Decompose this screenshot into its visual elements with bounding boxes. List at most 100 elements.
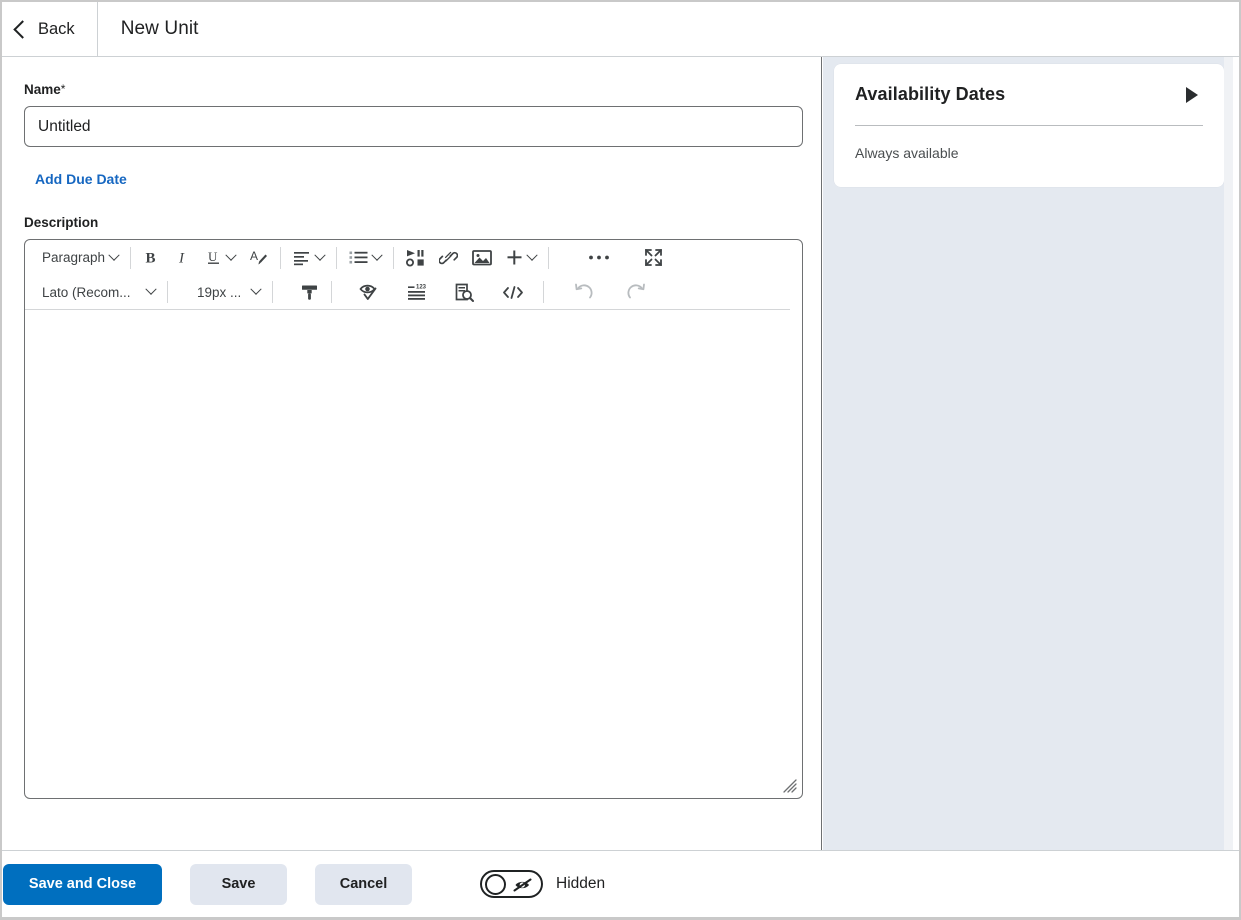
preview-button[interactable]	[448, 278, 481, 306]
undo-button[interactable]	[567, 278, 601, 306]
align-left-icon	[293, 250, 311, 266]
svg-text:B: B	[146, 251, 156, 267]
name-input[interactable]	[24, 106, 803, 147]
undo-icon	[574, 283, 594, 302]
font-size-label: 19px ...	[197, 284, 242, 300]
description-editor: Paragraph B I U A Lato (Recom... 19px ..…	[24, 239, 803, 799]
fullscreen-expand-icon	[644, 248, 663, 267]
insert-media-button[interactable]	[399, 244, 432, 272]
media-icon	[406, 249, 425, 267]
triangle-right-icon	[1186, 86, 1198, 103]
italic-button[interactable]: I	[167, 244, 198, 272]
editor-toolbar-row-2: Lato (Recom... 19px ... 123	[25, 275, 790, 310]
underline-button[interactable]: U	[198, 244, 242, 272]
format-painter-icon	[300, 283, 319, 302]
source-code-button[interactable]	[495, 278, 531, 306]
chevron-down-icon	[225, 249, 237, 261]
accessibility-eye-check-icon	[359, 283, 379, 302]
new-unit-page: Back New Unit Name* Add Due Date Descrip…	[0, 0, 1241, 920]
toolbar-divider	[272, 281, 273, 303]
word-count-button[interactable]: 123	[400, 278, 434, 306]
description-field-label: Description	[24, 215, 99, 230]
bold-icon: B	[143, 249, 160, 267]
text-color-button[interactable]: A	[242, 244, 275, 272]
word-count-icon: 123	[407, 283, 427, 301]
chevron-left-icon	[13, 19, 32, 39]
toolbar-divider	[393, 246, 395, 269]
svg-text:I: I	[178, 251, 185, 267]
chevron-down-icon	[371, 249, 383, 261]
cancel-button[interactable]: Cancel	[315, 863, 412, 905]
side-panel-scrollbar[interactable]	[1224, 57, 1233, 852]
visibility-toggle[interactable]	[480, 870, 543, 898]
bulleted-list-icon	[349, 250, 368, 266]
list-button[interactable]	[342, 244, 388, 272]
availability-dates-card: Availability Dates Always available	[834, 64, 1224, 187]
svg-text:U: U	[208, 249, 218, 264]
chevron-down-icon	[526, 249, 538, 261]
insert-link-button[interactable]	[432, 244, 465, 272]
eye-off-icon	[513, 876, 534, 899]
page-header: Back New Unit	[2, 2, 1239, 57]
svg-text:A: A	[250, 249, 258, 263]
save-and-close-button[interactable]: Save and Close	[3, 863, 162, 905]
back-button[interactable]: Back	[2, 2, 98, 56]
editor-resize-handle[interactable]	[783, 779, 797, 793]
font-size-dropdown[interactable]: 19px ...	[190, 278, 267, 306]
main-form-column: Name* Add Due Date Description Paragraph…	[2, 57, 822, 852]
toolbar-divider	[331, 281, 332, 303]
add-due-date-link[interactable]: Add Due Date	[35, 171, 127, 187]
visibility-toggle-group[interactable]: Hidden	[480, 870, 605, 898]
save-button[interactable]: Save	[190, 863, 287, 905]
action-bar: Save and Close Save Cancel Hidden	[2, 850, 1239, 917]
paragraph-style-label: Paragraph	[42, 250, 106, 265]
paragraph-style-dropdown[interactable]: Paragraph	[35, 244, 125, 272]
fullscreen-button[interactable]	[637, 244, 670, 272]
chevron-down-icon	[314, 249, 326, 261]
required-marker: *	[60, 82, 66, 96]
more-options-button[interactable]	[581, 244, 617, 272]
font-family-label: Lato (Recom...	[42, 284, 131, 300]
accessibility-checker-button[interactable]	[352, 278, 386, 306]
format-painter-button[interactable]	[293, 278, 326, 306]
insert-image-button[interactable]	[465, 244, 499, 272]
name-label-text: Name	[24, 82, 61, 97]
availability-status-text: Always available	[855, 145, 959, 161]
side-panel: Availability Dates Always available	[823, 57, 1233, 852]
link-icon	[439, 249, 459, 267]
chevron-down-icon	[250, 283, 262, 295]
toolbar-divider	[543, 281, 544, 303]
underline-icon: U	[205, 249, 222, 266]
back-button-label: Back	[38, 19, 75, 38]
toolbar-divider	[167, 281, 168, 303]
italic-icon: I	[174, 249, 191, 267]
chevron-down-icon	[108, 249, 120, 261]
availability-dates-toggle[interactable]: Availability Dates	[855, 84, 1203, 105]
bold-button[interactable]: B	[136, 244, 167, 272]
document-search-icon	[455, 283, 474, 302]
toolbar-divider	[130, 246, 132, 269]
ellipsis-icon	[588, 254, 610, 261]
availability-dates-title: Availability Dates	[855, 84, 1006, 104]
visibility-toggle-label: Hidden	[556, 875, 606, 892]
insert-more-button[interactable]	[499, 244, 543, 272]
image-icon	[472, 249, 492, 266]
editor-content-area[interactable]	[26, 311, 801, 797]
code-icon	[502, 285, 524, 300]
toggle-knob	[485, 873, 506, 895]
toolbar-divider	[548, 246, 550, 269]
redo-button[interactable]	[619, 278, 653, 306]
page-title: New Unit	[120, 18, 199, 39]
chevron-down-icon	[145, 283, 157, 295]
align-button[interactable]	[286, 244, 331, 272]
svg-text:123: 123	[416, 285, 427, 291]
toolbar-divider	[280, 246, 282, 269]
toolbar-divider	[336, 246, 338, 269]
plus-icon	[506, 249, 523, 266]
divider	[855, 125, 1203, 126]
font-family-dropdown[interactable]: Lato (Recom...	[35, 278, 162, 306]
text-color-pen-icon: A	[249, 248, 268, 267]
editor-toolbar-row-1: Paragraph B I U A	[25, 240, 802, 275]
redo-icon	[626, 283, 646, 302]
name-field-label: Name*	[24, 82, 821, 97]
